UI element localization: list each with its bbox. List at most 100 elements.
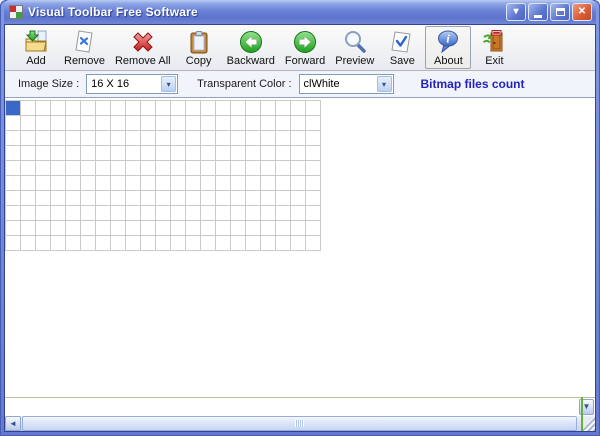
close-button[interactable]: ✕ — [572, 3, 592, 21]
grid-cell[interactable] — [246, 131, 261, 146]
grid-cell[interactable] — [141, 116, 156, 131]
grid-cell[interactable] — [111, 146, 126, 161]
grid-cell[interactable] — [66, 191, 81, 206]
grid-cell[interactable] — [21, 221, 36, 236]
save-button[interactable]: Save — [379, 26, 425, 69]
grid-cell[interactable] — [276, 101, 291, 116]
grid-cell[interactable] — [231, 161, 246, 176]
grid-cell[interactable] — [21, 161, 36, 176]
grid-cell[interactable] — [66, 236, 81, 251]
grid-cell[interactable] — [291, 221, 306, 236]
grid-cell[interactable] — [66, 176, 81, 191]
grid-cell[interactable] — [81, 116, 96, 131]
grid-cell[interactable] — [261, 221, 276, 236]
grid-cell[interactable] — [111, 101, 126, 116]
grid-cell[interactable] — [51, 131, 66, 146]
grid-cell[interactable] — [156, 161, 171, 176]
grid-cell[interactable] — [126, 221, 141, 236]
grid-cell[interactable] — [276, 221, 291, 236]
grid-cell[interactable] — [261, 176, 276, 191]
grid-cell[interactable] — [81, 101, 96, 116]
grid-cell[interactable] — [246, 161, 261, 176]
grid-cell[interactable] — [216, 221, 231, 236]
about-button[interactable]: i About — [425, 26, 472, 69]
grid-cell[interactable] — [261, 116, 276, 131]
grid-cell[interactable] — [126, 146, 141, 161]
grid-cell[interactable] — [126, 101, 141, 116]
grid-cell[interactable] — [156, 176, 171, 191]
grid-cell[interactable] — [216, 236, 231, 251]
grid-cell[interactable] — [276, 191, 291, 206]
grid-cell[interactable] — [231, 131, 246, 146]
grid-cell[interactable] — [201, 206, 216, 221]
grid-cell[interactable] — [261, 161, 276, 176]
grid-cell[interactable] — [111, 206, 126, 221]
minimize-button[interactable] — [528, 3, 548, 21]
grid-cell[interactable] — [51, 176, 66, 191]
grid-cell[interactable] — [156, 191, 171, 206]
grid-cell[interactable] — [306, 146, 321, 161]
grid-cell[interactable] — [216, 101, 231, 116]
grid-cell[interactable] — [306, 236, 321, 251]
grid-cell[interactable] — [306, 101, 321, 116]
grid-cell[interactable] — [36, 116, 51, 131]
grid-cell[interactable] — [291, 206, 306, 221]
grid-cell[interactable] — [126, 131, 141, 146]
grid-cell[interactable] — [51, 221, 66, 236]
grid-cell[interactable] — [246, 116, 261, 131]
grid-cell[interactable] — [66, 131, 81, 146]
grid-cell[interactable] — [201, 221, 216, 236]
grid-cell[interactable] — [306, 161, 321, 176]
grid-cell[interactable] — [141, 221, 156, 236]
grid-cell[interactable] — [306, 206, 321, 221]
grid-cell[interactable] — [216, 206, 231, 221]
grid-cell[interactable] — [171, 221, 186, 236]
grid-cell[interactable] — [171, 206, 186, 221]
grid-cell[interactable] — [111, 116, 126, 131]
grid-cell[interactable] — [261, 236, 276, 251]
grid-cell[interactable] — [291, 101, 306, 116]
grid-cell[interactable] — [171, 146, 186, 161]
grid-cell[interactable] — [111, 176, 126, 191]
grid-cell[interactable] — [66, 116, 81, 131]
grid-cell[interactable] — [156, 116, 171, 131]
grid-cell[interactable] — [96, 176, 111, 191]
grid-cell[interactable] — [171, 176, 186, 191]
grid-cell[interactable] — [66, 101, 81, 116]
grid-cell[interactable] — [51, 236, 66, 251]
grid-cell[interactable] — [36, 236, 51, 251]
grid-cell[interactable] — [186, 206, 201, 221]
scrollbar-thumb[interactable] — [22, 416, 577, 431]
grid-cell[interactable] — [141, 101, 156, 116]
grid-cell[interactable] — [246, 191, 261, 206]
grid-cell[interactable] — [51, 161, 66, 176]
grid-cell[interactable] — [171, 161, 186, 176]
grid-cell[interactable] — [231, 191, 246, 206]
grid-cell[interactable] — [216, 176, 231, 191]
grid-cell[interactable] — [186, 191, 201, 206]
grid-cell[interactable] — [231, 101, 246, 116]
grid-cell[interactable] — [6, 101, 21, 116]
grid-cell[interactable] — [171, 236, 186, 251]
grid-cell[interactable] — [111, 131, 126, 146]
grid-cell[interactable] — [261, 131, 276, 146]
grid-cell[interactable] — [186, 146, 201, 161]
grid-cell[interactable] — [21, 101, 36, 116]
grid-cell[interactable] — [216, 146, 231, 161]
grid-cell[interactable] — [96, 146, 111, 161]
grid-cell[interactable] — [291, 116, 306, 131]
grid-cell[interactable] — [141, 146, 156, 161]
grid-cell[interactable] — [81, 176, 96, 191]
grid-cell[interactable] — [261, 191, 276, 206]
grid-cell[interactable] — [6, 116, 21, 131]
grid-cell[interactable] — [216, 116, 231, 131]
remove-all-button[interactable]: Remove All — [110, 26, 176, 69]
transparent-color-select[interactable]: clWhite ▾ — [298, 74, 394, 94]
grid-cell[interactable] — [291, 146, 306, 161]
grid-cell[interactable] — [81, 161, 96, 176]
grid-cell[interactable] — [186, 131, 201, 146]
grid-cell[interactable] — [306, 221, 321, 236]
grid-cell[interactable] — [171, 101, 186, 116]
grid-cell[interactable] — [156, 206, 171, 221]
grid-cell[interactable] — [81, 131, 96, 146]
